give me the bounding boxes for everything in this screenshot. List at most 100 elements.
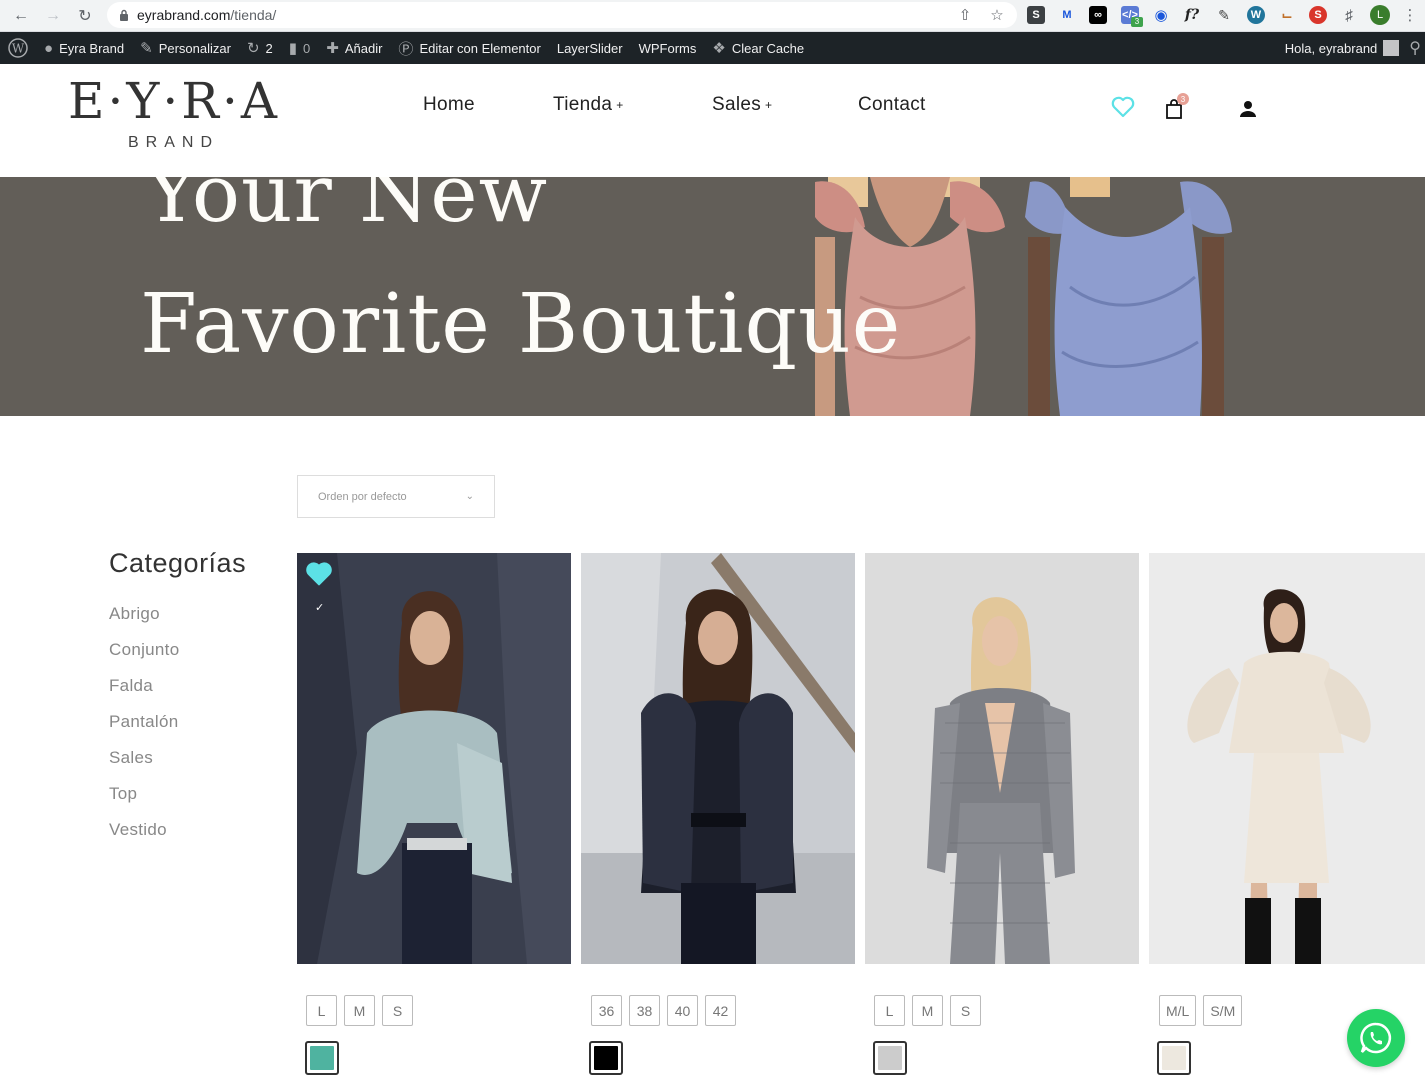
wp-add-new-label: Añadir (344, 40, 383, 56)
extension-font-icon[interactable]: f? (1183, 6, 1201, 24)
wp-customize[interactable]: ✎ Personalizar (132, 32, 239, 64)
wp-comments[interactable]: ▮ 0 (281, 32, 319, 64)
wp-clear-cache[interactable]: ❖ Clear Cache (704, 32, 812, 64)
wishlist-heart-icon[interactable] (305, 561, 333, 587)
wishlist-check-icon: ✓ (315, 602, 325, 614)
plus-icon: ✚ (326, 40, 339, 57)
bookmark-star-icon[interactable]: ☆ (987, 5, 1007, 25)
brush-icon: ✎ (140, 40, 153, 57)
size-button[interactable]: M (912, 995, 943, 1026)
nav-tienda-label: Tienda (553, 94, 613, 115)
wp-wpforms[interactable]: WPForms (631, 32, 705, 64)
size-options: L M S (306, 995, 413, 1026)
size-button[interactable]: L (306, 995, 337, 1026)
profile-avatar[interactable]: L (1370, 5, 1390, 25)
cache-cheetah-icon: ❖ (712, 40, 726, 57)
extension-m-icon[interactable]: M (1058, 6, 1076, 24)
nav-contact[interactable]: Contact (858, 94, 926, 116)
extensions-puzzle-icon[interactable]: ♯ (1340, 6, 1358, 24)
wp-customize-label: Personalizar (158, 40, 231, 56)
color-swatch[interactable] (873, 1041, 907, 1075)
size-button[interactable]: 36 (591, 995, 622, 1026)
extension-s-icon[interactable]: S (1027, 6, 1045, 24)
wp-greeting[interactable]: Hola, eyrabrand (1285, 41, 1378, 56)
submenu-plus-icon: + (765, 97, 773, 112)
search-icon[interactable]: ⚲ (1409, 38, 1421, 58)
address-bar[interactable]: eyrabrand.com/tienda/ (107, 2, 1017, 28)
size-button[interactable]: 38 (629, 995, 660, 1026)
svg-text:W: W (12, 42, 25, 56)
category-link[interactable]: Falda (109, 676, 179, 712)
wishlist-heart-icon[interactable] (1111, 96, 1135, 118)
nav-home[interactable]: Home (423, 94, 475, 116)
wp-wpforms-label: WPForms (638, 40, 697, 56)
category-link[interactable]: Sales (109, 748, 179, 784)
product-card: 36 38 40 42 (581, 553, 855, 1075)
wp-site-name[interactable]: ● Eyra Brand (36, 32, 132, 64)
size-button[interactable]: S (950, 995, 981, 1026)
site-header: E·Y·R·A BRAND Home Tienda + Sales + Contac… (0, 64, 1425, 177)
product-image[interactable]: ✓ (297, 553, 571, 964)
extension-wordpress-icon[interactable]: W (1247, 6, 1265, 24)
extension-infinity-icon[interactable]: ∞ (1089, 6, 1107, 24)
reload-icon[interactable]: ↻ (73, 4, 97, 28)
wp-layerslider[interactable]: LayerSlider (549, 32, 631, 64)
color-swatch[interactable] (1157, 1041, 1191, 1075)
color-swatch[interactable] (589, 1041, 623, 1075)
size-button[interactable]: L (874, 995, 905, 1026)
account-user-icon[interactable] (1239, 100, 1257, 118)
wp-clear-cache-label: Clear Cache (731, 40, 805, 56)
nav-sales-label: Sales (712, 94, 762, 115)
wp-elementor[interactable]: Ⓟ Editar con Elementor (390, 32, 548, 64)
product-card: M/L S/M (1149, 553, 1425, 1075)
size-button[interactable]: M (344, 995, 375, 1026)
url-host: eyrabrand.com (137, 7, 231, 23)
category-link[interactable]: Conjunto (109, 640, 179, 676)
browser-menu-icon[interactable]: ⋮ (1400, 5, 1420, 25)
size-options: 36 38 40 42 (591, 995, 736, 1026)
wp-comments-count: 0 (303, 40, 311, 56)
back-arrow-icon[interactable]: ← (9, 4, 33, 28)
elementor-icon: Ⓟ (398, 40, 414, 58)
category-link[interactable]: Top (109, 784, 179, 820)
url-path: /tienda/ (230, 7, 277, 23)
extension-circle-icon[interactable]: ◉ (1152, 6, 1170, 24)
browser-toolbar: ← → ↻ eyrabrand.com/tienda/ ⇧ ☆ S M ∞ </… (0, 0, 1425, 32)
color-swatch-fill (310, 1046, 334, 1070)
wp-add-new[interactable]: ✚ Añadir (318, 32, 390, 64)
nav-tienda[interactable]: Tienda + (553, 94, 624, 116)
dashboard-icon: ● (44, 39, 54, 57)
whatsapp-chat-button[interactable] (1347, 1009, 1405, 1067)
extension-badge: 3 (1131, 17, 1143, 27)
product-image[interactable] (581, 553, 855, 964)
extension-picker-icon[interactable]: ✎ (1215, 6, 1233, 24)
category-link[interactable]: Pantalón (109, 712, 179, 748)
nav-contact-label: Contact (858, 94, 926, 115)
updates-icon: ↻ (246, 40, 260, 57)
wordpress-logo-icon[interactable]: W (0, 32, 36, 64)
wp-updates[interactable]: ↻ 2 (239, 32, 281, 64)
comment-icon: ▮ (288, 40, 298, 57)
forward-arrow-icon[interactable]: → (41, 4, 65, 28)
extension-ruler-icon[interactable]: ⌙ (1278, 6, 1296, 24)
size-button[interactable]: 40 (667, 995, 698, 1026)
product-image[interactable] (865, 553, 1139, 964)
product-image[interactable] (1149, 553, 1425, 964)
nav-sales[interactable]: Sales + (712, 94, 772, 116)
wp-updates-count: 2 (265, 40, 273, 56)
size-button[interactable]: S/M (1203, 995, 1243, 1026)
share-icon[interactable]: ⇧ (955, 5, 975, 25)
logo[interactable]: E·Y·R·A (68, 72, 280, 130)
extension-red-icon[interactable]: S (1309, 6, 1327, 24)
category-link[interactable]: Vestido (109, 820, 179, 856)
categories-heading: Categorías (109, 548, 247, 578)
user-avatar[interactable] (1383, 40, 1400, 56)
color-swatch[interactable] (305, 1041, 339, 1075)
category-link[interactable]: Abrigo (109, 604, 179, 640)
size-button[interactable]: M/L (1159, 995, 1197, 1026)
size-button[interactable]: S (382, 995, 413, 1026)
sort-select[interactable]: Orden por defecto ⌄ (297, 475, 495, 518)
size-button[interactable]: 42 (705, 995, 736, 1026)
cart-count-badge: 3 (1177, 93, 1189, 105)
color-swatch-fill (878, 1046, 902, 1070)
